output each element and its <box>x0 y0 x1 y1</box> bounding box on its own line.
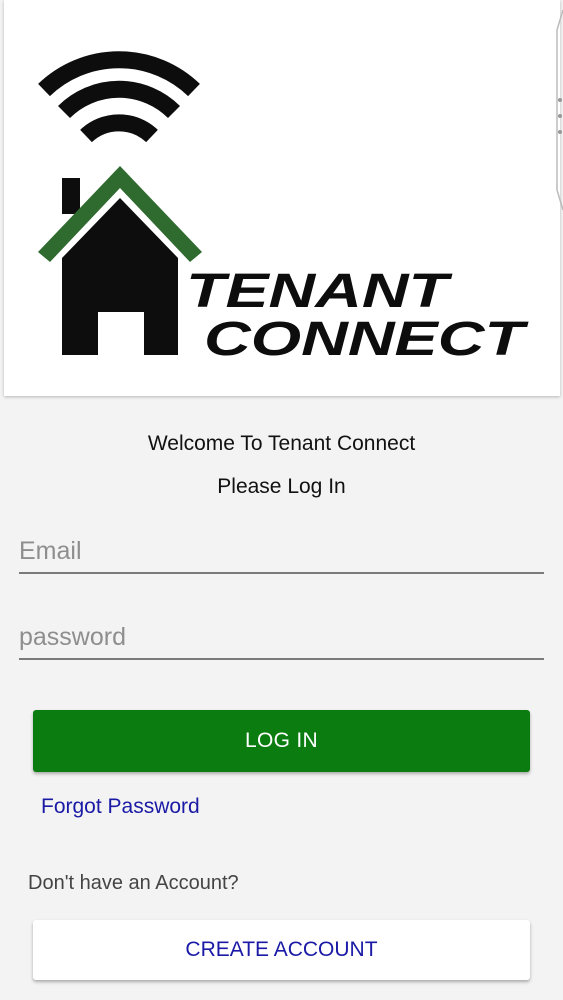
no-account-label: Don't have an Account? <box>28 872 239 894</box>
wifi-icon <box>38 51 200 143</box>
email-field[interactable] <box>19 530 544 574</box>
login-button[interactable]: LOG IN <box>33 710 530 772</box>
chimney-shape <box>62 178 80 214</box>
create-account-button[interactable]: CREATE ACCOUNT <box>33 920 530 980</box>
login-prompt: Please Log In <box>217 475 346 498</box>
tenant-connect-logo: TENANT CONNECT <box>38 51 529 366</box>
forgot-password-link[interactable]: Forgot Password <box>41 795 200 819</box>
edge-panel-handle[interactable] <box>551 0 563 220</box>
logo-card: TENANT CONNECT <box>4 0 560 396</box>
logo-text-line2: CONNECT <box>204 313 529 366</box>
password-field[interactable] <box>19 616 544 660</box>
welcome-heading: Welcome To Tenant Connect <box>147 432 416 455</box>
logo-text-line1: TENANT <box>186 265 453 318</box>
